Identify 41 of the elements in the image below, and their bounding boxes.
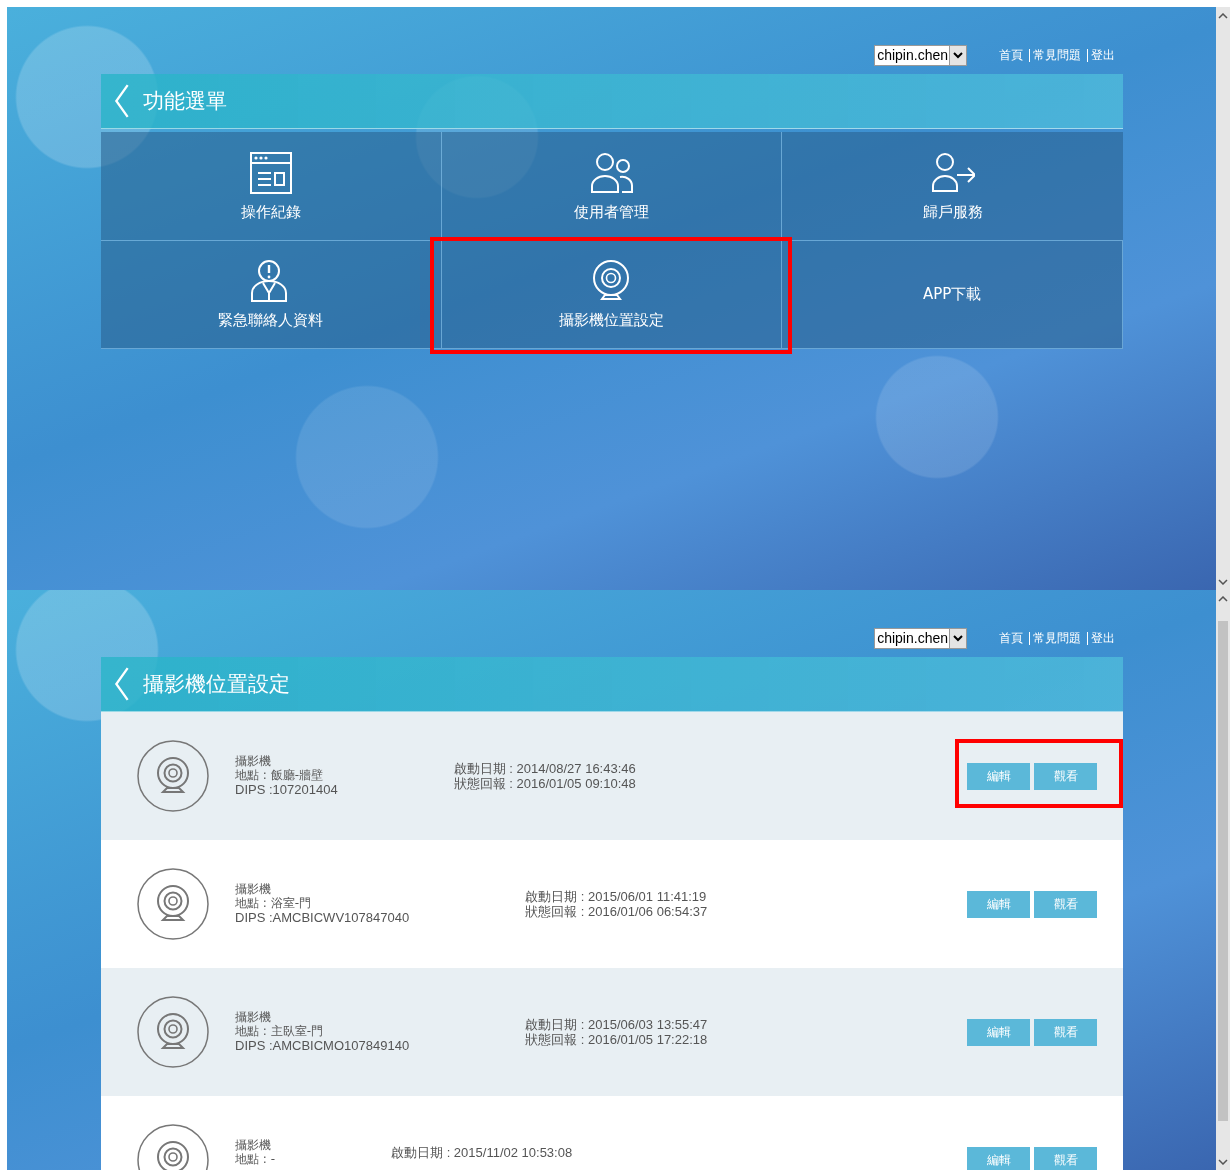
view-button[interactable]: 觀看: [1034, 890, 1097, 918]
view-button[interactable]: 觀看: [1034, 1018, 1097, 1046]
status-report: 狀態回報 : 2016/01/05 17:22:18: [525, 1032, 708, 1047]
camera-location: 地點 : 浴室-門: [235, 896, 312, 910]
camera-location: 地點 : -: [235, 1152, 275, 1166]
start-date: 啟動日期 : 2015/06/03 13:55:47: [525, 1017, 708, 1032]
camera-name: 攝影機: [235, 754, 272, 768]
menu-tile[interactable]: 操作紀錄: [101, 132, 442, 241]
camera-id: DIPS :AMCBICWV107847040: [235, 910, 410, 925]
camera-id: DIPS :107201404: [235, 782, 338, 797]
camera-name: 攝影機: [235, 1010, 272, 1024]
user-dropdown[interactable]: chipin.chen: [874, 44, 967, 66]
camera-name: 攝影機: [235, 882, 272, 896]
nav-link[interactable]: 首頁: [993, 631, 1029, 645]
camera-location: 地點 : 主臥室-門: [235, 1024, 324, 1038]
nav-link[interactable]: 登出: [1087, 48, 1121, 62]
user-dropdown[interactable]: chipin.chen: [874, 627, 967, 649]
view-button[interactable]: 觀看: [1034, 1146, 1097, 1170]
view-button[interactable]: 觀看: [1034, 762, 1097, 790]
menu-tile[interactable]: APP下載: [782, 241, 1123, 349]
nav-link[interactable]: 常見問題: [1029, 631, 1087, 645]
page-title: 攝影機位置設定: [143, 671, 290, 698]
status-report: 狀態回報 : 2016/01/06 06:54:37: [525, 904, 708, 919]
start-date: 啟動日期 : 2015/11/02 10:53:08: [391, 1145, 573, 1160]
start-date: 啟動日期 : 2014/08/27 16:43:46: [453, 761, 636, 776]
edit-button[interactable]: 編輯: [967, 1146, 1030, 1170]
camera-location: 地點 : 飯廳-牆壁: [235, 768, 324, 782]
page-title: 功能選單: [143, 88, 227, 115]
edit-button[interactable]: 編輯: [967, 890, 1030, 918]
menu-tile[interactable]: 攝影機位置設定: [441, 241, 783, 349]
nav-link[interactable]: 登出: [1087, 631, 1121, 645]
camera-id: DIPS :AMCBICMO107849140: [235, 1038, 410, 1053]
camera-name: 攝影機: [235, 1138, 272, 1152]
menu-tile[interactable]: 緊急聯絡人資料: [101, 241, 442, 349]
edit-button[interactable]: 編輯: [967, 762, 1030, 790]
menu-tile[interactable]: 歸戶服務: [782, 132, 1123, 241]
nav-link[interactable]: 常見問題: [1029, 48, 1087, 62]
nav-link[interactable]: 首頁: [993, 48, 1029, 62]
start-date: 啟動日期 : 2015/06/01 11:41:19: [525, 889, 708, 904]
status-report: 狀態回報 : 2016/01/05 09:10:48: [453, 776, 636, 791]
edit-button[interactable]: 編輯: [967, 1018, 1030, 1046]
